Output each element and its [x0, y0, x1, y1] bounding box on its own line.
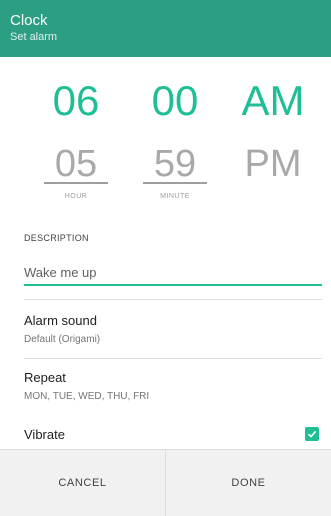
- cancel-button[interactable]: CANCEL: [0, 450, 166, 516]
- hour-unit-label: HOUR: [64, 193, 88, 200]
- app-title: Clock: [10, 12, 48, 29]
- repeat-value: MON, TUE, WED, THU, FRI: [24, 391, 150, 402]
- hour-underline: [44, 182, 108, 184]
- done-button[interactable]: DONE: [166, 450, 331, 516]
- check-icon: [307, 430, 317, 438]
- period-selected[interactable]: AM: [238, 77, 308, 125]
- hour-selected[interactable]: 06: [44, 77, 108, 125]
- divider: [24, 358, 322, 359]
- screen-subtitle: Set alarm: [10, 31, 58, 43]
- vibrate-title: Vibrate: [24, 427, 65, 442]
- app-header: Clock Set alarm: [0, 0, 331, 57]
- period-next[interactable]: PM: [238, 143, 308, 186]
- vibrate-checkbox[interactable]: [305, 427, 319, 441]
- minute-next[interactable]: 59: [143, 143, 207, 186]
- repeat-title: Repeat: [24, 370, 66, 385]
- description-input[interactable]: [24, 260, 322, 286]
- alarm-sound-value: Default (Origami): [24, 334, 101, 345]
- description-label: DESCRIPTION: [24, 233, 89, 243]
- hour-next[interactable]: 05: [44, 143, 108, 186]
- minute-underline: [143, 182, 207, 184]
- minute-unit-label: MINUTE: [160, 193, 190, 200]
- minute-selected[interactable]: 00: [143, 77, 207, 125]
- divider: [24, 299, 322, 300]
- alarm-sound-title: Alarm sound: [24, 313, 97, 328]
- time-picker[interactable]: 06 00 AM 05 59 PM HOUR MINUTE: [0, 57, 331, 207]
- action-bar: CANCEL DONE: [0, 449, 331, 516]
